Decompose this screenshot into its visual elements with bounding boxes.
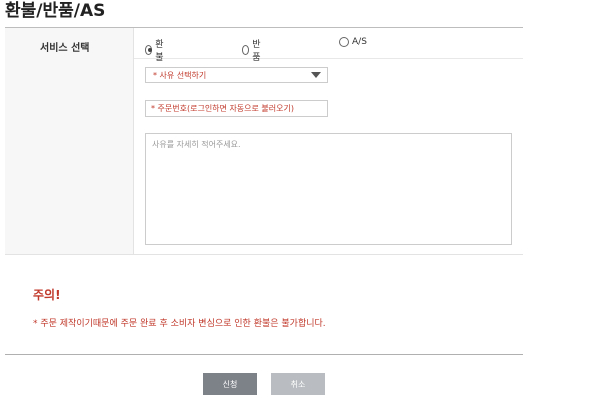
radio-checked-icon[interactable] bbox=[145, 45, 153, 55]
page-title: 환불/반품/AS bbox=[5, 1, 106, 21]
form-bottom-divider bbox=[5, 254, 523, 255]
service-select-label: 서비스 선택 bbox=[40, 43, 90, 54]
notice-title: 주의! bbox=[33, 288, 61, 302]
reason-detail-textarea[interactable] bbox=[145, 133, 512, 245]
radio-return[interactable]: 반품 bbox=[242, 37, 263, 63]
radio-return-label: 반품 bbox=[252, 40, 261, 63]
radio-unchecked-icon[interactable] bbox=[339, 37, 349, 47]
radio-refund-label: 환불 bbox=[155, 40, 164, 63]
dropdown-arrow-icon bbox=[311, 72, 321, 78]
row-divider bbox=[134, 58, 523, 59]
cancel-button[interactable]: 취소 bbox=[271, 373, 325, 395]
order-number-input[interactable] bbox=[145, 100, 328, 117]
reason-select-value: * 사유 선택하기 bbox=[153, 71, 207, 80]
radio-as-label: A/S bbox=[352, 37, 367, 47]
radio-as[interactable]: A/S bbox=[339, 37, 367, 47]
submit-button[interactable]: 신청 bbox=[203, 373, 257, 395]
notice-text: * 주문 제작이기때문에 주문 완료 후 소비자 변심으로 인한 환불은 불가합… bbox=[33, 319, 326, 329]
bottom-divider bbox=[5, 354, 523, 355]
radio-refund[interactable]: 환불 bbox=[145, 37, 166, 63]
label-column bbox=[5, 28, 134, 254]
reason-select[interactable]: * 사유 선택하기 bbox=[145, 67, 328, 83]
radio-unchecked-icon[interactable] bbox=[242, 45, 250, 55]
